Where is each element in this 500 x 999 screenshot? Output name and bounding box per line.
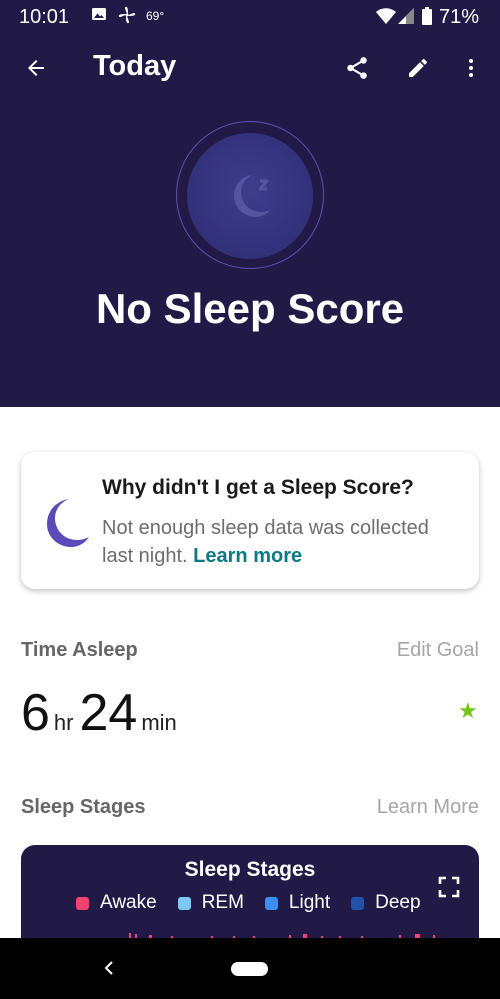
nav-back-icon[interactable]	[97, 955, 121, 981]
legend-swatch	[76, 896, 89, 910]
card-title: Why didn't I get a Sleep Score?	[102, 476, 414, 499]
more-vert-icon[interactable]	[451, 48, 491, 88]
legend-swatch	[351, 896, 365, 910]
legend-item-light: Light	[264, 892, 331, 914]
legend-label: REM	[201, 892, 244, 913]
page-title: Today	[93, 50, 177, 82]
status-time: 10:01	[19, 6, 70, 28]
back-arrow-icon[interactable]	[16, 48, 56, 88]
status-bar: 10:01 69° 71%	[0, 0, 500, 34]
stages-legend: Awake REM Light Deep	[76, 892, 442, 914]
legend-label: Light	[288, 892, 331, 913]
edit-goal-link[interactable]: Edit Goal	[360, 639, 479, 662]
sleep-score-title: No Sleep Score	[95, 285, 405, 332]
legend-label: Deep	[375, 892, 421, 913]
signal-icon	[398, 8, 414, 29]
stages-card-title: Sleep Stages	[184, 858, 316, 881]
legend-swatch	[177, 896, 191, 910]
minutes-value: 24	[79, 684, 138, 742]
fullscreen-icon[interactable]	[437, 875, 463, 901]
hours-unit: hr	[53, 710, 74, 735]
minutes-unit: min	[141, 710, 177, 735]
image-icon	[91, 6, 107, 27]
sleeping-moon-icon	[222, 167, 278, 228]
card-body: Not enough sleep data was collected last…	[102, 514, 462, 570]
sleep-stages-learn-more-link[interactable]: Learn More	[340, 796, 479, 819]
sleep-stages-label: Sleep Stages	[21, 796, 146, 818]
share-icon[interactable]	[337, 48, 377, 88]
nav-bar	[0, 938, 500, 999]
legend-item-deep: Deep	[351, 892, 421, 914]
crescent-moon-icon	[45, 497, 91, 552]
battery-percent: 71%	[439, 6, 480, 28]
star-icon: ★	[458, 698, 478, 723]
legend-swatch	[264, 896, 278, 910]
edit-pencil-icon[interactable]	[398, 48, 438, 88]
fan-icon	[118, 6, 136, 29]
time-asleep-label: Time Asleep	[21, 639, 138, 661]
header: 10:01 69° 71% Today No Sleep Score	[0, 0, 500, 407]
hours-value: 6	[21, 684, 50, 742]
toolbar: Today	[0, 40, 500, 96]
status-temperature: 69°	[146, 9, 165, 23]
wifi-icon	[376, 8, 396, 29]
battery-icon	[422, 7, 432, 30]
learn-more-link[interactable]: Learn more	[193, 545, 302, 567]
home-pill-icon[interactable]	[231, 962, 268, 976]
sleep-score-info-card: Why didn't I get a Sleep Score? Not enou…	[21, 452, 479, 589]
legend-item-rem: REM	[177, 892, 244, 914]
legend-item-awake: Awake	[76, 892, 157, 914]
legend-label: Awake	[100, 892, 157, 913]
time-asleep-value: 6 hr 24 min	[21, 683, 183, 743]
